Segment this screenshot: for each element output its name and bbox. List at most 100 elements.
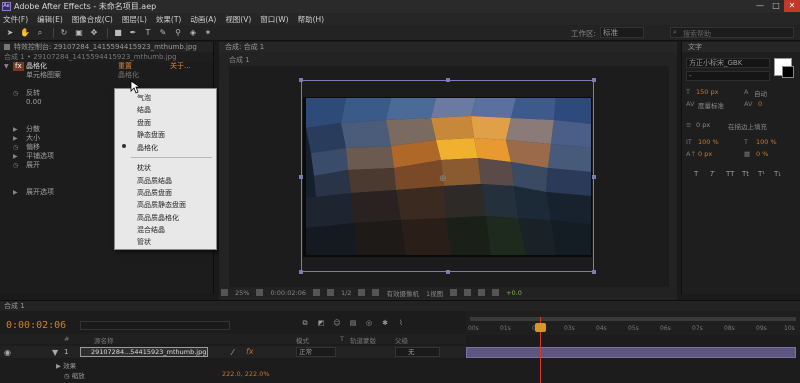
about-link[interactable]: 关于... — [170, 62, 191, 71]
hand-tool-icon[interactable]: ✋ — [19, 27, 31, 39]
tsume-value[interactable]: 0 % — [756, 150, 768, 158]
hide-shy-icon[interactable]: ☺ — [332, 319, 342, 328]
transform-handle[interactable] — [446, 78, 450, 82]
menu-composition[interactable]: 图像合成(C) — [72, 14, 113, 25]
expand-triangle-icon[interactable]: ▶ — [56, 362, 61, 370]
kerning-value[interactable]: 度量标准 — [698, 100, 724, 110]
timeline-tab[interactable]: 合成 1 — [0, 301, 800, 311]
transform-handle[interactable] — [299, 270, 303, 274]
menu-animation[interactable]: 动画(A) — [190, 14, 216, 25]
region-of-interest-icon[interactable] — [358, 289, 366, 296]
menu-view[interactable]: 视图(V) — [225, 14, 251, 25]
dropdown-item[interactable]: 结晶 — [137, 105, 151, 115]
param-value[interactable]: 0.00 — [26, 98, 42, 107]
layer-bounding-box[interactable] — [299, 78, 596, 274]
horizontal-scale-value[interactable]: 100 % — [756, 138, 777, 146]
fx-badge[interactable]: fx — [13, 62, 24, 71]
playhead-handle-icon[interactable] — [535, 323, 546, 332]
help-search-input[interactable]: ⌕ 搜索帮助 — [670, 27, 794, 38]
fast-previews-icon[interactable] — [464, 289, 472, 296]
stopwatch-icon[interactable]: ◷ — [13, 143, 18, 152]
brush-tool-icon[interactable]: ✎ — [157, 27, 169, 39]
menu-layer[interactable]: 图层(L) — [122, 14, 147, 25]
text-tool-icon[interactable]: T — [142, 27, 154, 39]
small-caps-button[interactable]: Tt — [742, 170, 749, 178]
composition-tab[interactable]: 合成: 合成 1 — [219, 42, 677, 52]
puppet-tool-icon[interactable]: ✶ — [202, 27, 214, 39]
menu-effect[interactable]: 效果(T) — [156, 14, 181, 25]
maximize-button[interactable]: □ — [768, 0, 784, 12]
transform-handle[interactable] — [592, 175, 596, 179]
tracking-value[interactable]: 0 — [758, 100, 762, 108]
flowchart-icon[interactable] — [492, 289, 500, 296]
expand-triangle-icon[interactable]: ▼ — [4, 62, 9, 71]
superscript-button[interactable]: T¹ — [758, 170, 765, 178]
layer-duration-bar[interactable] — [466, 347, 796, 358]
menu-window[interactable]: 窗口(W) — [260, 14, 288, 25]
visibility-eye-icon[interactable]: ◉ — [4, 348, 11, 357]
stroke-width-value[interactable]: 0 px — [696, 121, 710, 129]
view-layout-select[interactable]: 1视图 — [426, 288, 443, 298]
dropdown-item[interactable]: 枕状 — [137, 163, 151, 173]
magnification-select[interactable]: 25% — [235, 289, 249, 297]
show-channel-icon[interactable] — [326, 289, 334, 296]
parent-select[interactable]: 无 — [395, 347, 440, 357]
always-preview-icon[interactable] — [221, 289, 228, 296]
expand-triangle-icon[interactable]: ▶ — [13, 125, 18, 134]
anchor-point-icon[interactable]: ⊕ — [439, 174, 447, 184]
brainstorm-icon[interactable]: ✱ — [380, 319, 390, 328]
menu-file[interactable]: 文件(F) — [3, 14, 28, 25]
close-button[interactable]: ✕ — [784, 0, 800, 12]
resolution-select[interactable]: 1/2 — [341, 289, 351, 297]
stopwatch-icon[interactable]: ◷ — [13, 89, 18, 98]
effect-controls-tab[interactable]: 特效控制台: 29107284_1415594415923_mthumb.jpg — [0, 42, 213, 52]
stroke-type-select[interactable]: 在描边上填充 — [728, 121, 767, 131]
exposure-value[interactable]: +0.0 — [506, 289, 522, 297]
transform-handle[interactable] — [592, 270, 596, 274]
motion-blur-icon[interactable]: ◎ — [364, 319, 374, 328]
frame-blending-icon[interactable]: ▤ — [348, 319, 358, 328]
shy-switch-icon[interactable]: ⁄ — [232, 348, 233, 357]
scale-value[interactable]: 222.0, 222.0% — [222, 370, 270, 378]
dropdown-item[interactable]: 混合结晶 — [137, 225, 165, 235]
scale-property-row[interactable]: ◷ 缩放 — [64, 370, 85, 380]
timeline-icon[interactable] — [478, 289, 486, 296]
work-area-bar[interactable] — [470, 317, 796, 321]
stopwatch-icon[interactable]: ◷ — [64, 372, 70, 380]
effect-header-row[interactable]: ▼ fx 晶格化 重置 关于... — [0, 62, 213, 71]
minimize-button[interactable]: — — [752, 0, 768, 12]
vertical-scale-value[interactable]: 100 % — [698, 138, 719, 146]
font-style-select[interactable]: - — [686, 71, 770, 81]
graph-editor-icon[interactable]: ⌇ — [396, 319, 406, 328]
selection-tool-icon[interactable]: ➤ — [4, 27, 16, 39]
snapshot-icon[interactable] — [312, 289, 320, 296]
effect-param-row[interactable]: 单元格图案 晶格化 — [0, 71, 213, 80]
live-update-icon[interactable]: ⧉ — [300, 319, 310, 328]
expand-triangle-icon[interactable]: ▼ — [52, 348, 58, 357]
expand-triangle-icon[interactable]: ▶ — [13, 188, 18, 197]
dropdown-item[interactable]: 高品质晶格化 — [137, 213, 179, 223]
font-family-select[interactable]: 方正小标宋_GBK — [686, 58, 770, 68]
font-size-value[interactable]: 150 px — [696, 88, 718, 96]
dropdown-item[interactable]: 盘面 — [137, 118, 151, 128]
time-ruler[interactable]: 00s 01s 02s 03s 04s 05s 06s 07s 08s 09s … — [466, 311, 800, 335]
stroke-color-swatch[interactable] — [782, 66, 794, 78]
transform-handle[interactable] — [299, 78, 303, 82]
stopwatch-icon[interactable]: ◷ — [13, 161, 18, 170]
dropdown-item[interactable]: 高品质盘面 — [137, 188, 172, 198]
transform-handle[interactable] — [299, 175, 303, 179]
all-caps-button[interactable]: TT — [726, 170, 734, 178]
rectangle-tool-icon[interactable]: ■ — [112, 27, 124, 39]
safe-zones-icon[interactable] — [256, 289, 264, 296]
param-value[interactable]: 晶格化 — [118, 71, 139, 80]
pixel-aspect-icon[interactable] — [450, 289, 458, 296]
fx-switch-icon[interactable]: fx — [246, 347, 254, 356]
zoom-tool-icon[interactable]: ⌕ — [34, 27, 46, 39]
eraser-tool-icon[interactable]: ◈ — [187, 27, 199, 39]
dropdown-item[interactable]: 管状 — [137, 237, 151, 247]
transform-handle[interactable] — [592, 78, 596, 82]
pen-tool-icon[interactable]: ✒ — [127, 27, 139, 39]
dropdown-item[interactable]: 高品质结晶 — [137, 176, 172, 186]
dropdown-item[interactable]: 静态盘面 — [137, 130, 165, 140]
expand-triangle-icon[interactable]: ▶ — [13, 134, 18, 143]
